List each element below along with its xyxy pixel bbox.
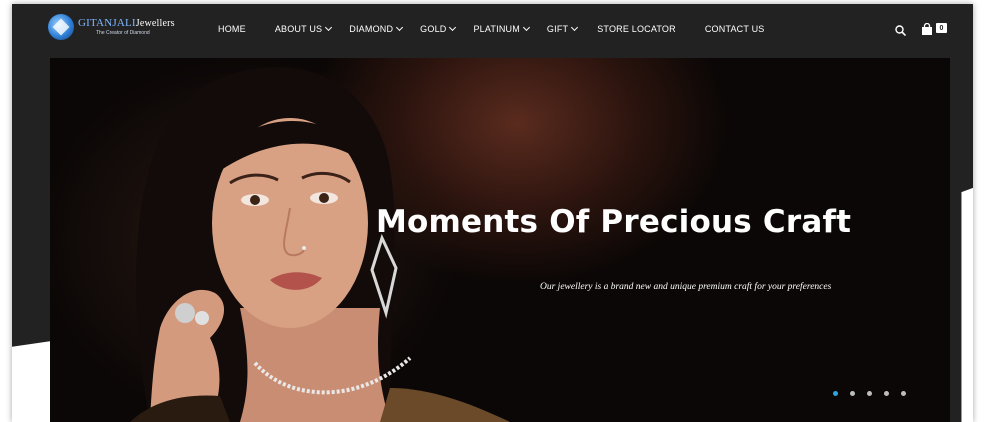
search-icon[interactable] — [895, 23, 907, 37]
nav-diamond-label: DIAMOND — [349, 24, 394, 34]
hero-model-image — [130, 67, 510, 422]
nav-store-locator-label: STORE LOCATOR — [597, 24, 676, 34]
brand-tagline: The Creator of Diamond — [96, 30, 150, 36]
brand-logo[interactable]: GITANJALIJewellers The Creator of Diamon… — [48, 14, 175, 40]
hero-banner: Moments Of Precious Craft Our jewellery … — [50, 58, 950, 422]
hero-subtitle: Our jewellery is a brand new and unique … — [540, 282, 832, 292]
chevron-down-icon — [522, 23, 530, 32]
nav-home[interactable]: HOME — [218, 24, 246, 34]
nav-gift-label: GIFT — [546, 24, 569, 34]
nav-contact-us-label: CONTACT US — [704, 24, 765, 34]
nav-platinum-label: PLATINUM — [473, 24, 520, 34]
chevron-down-icon — [396, 23, 404, 32]
brand-name-suffix: Jewellers — [135, 18, 175, 29]
shopping-bag-icon[interactable] — [921, 22, 933, 35]
cart-count-badge[interactable]: 0 — [936, 23, 947, 33]
nav-about-us-label: ABOUT US — [274, 24, 323, 34]
chevron-down-icon — [325, 23, 333, 32]
nav-store-locator[interactable]: STORE LOCATOR — [597, 24, 676, 34]
nav-home-label: HOME — [218, 24, 246, 34]
nav-platinum[interactable]: PLATINUM — [473, 23, 530, 34]
browser-frame: GITANJALIJewellers The Creator of Diamon… — [12, 4, 973, 422]
nav-gold-label: GOLD — [420, 24, 447, 34]
main-nav: HOME ABOUT US DIAMOND GOLD PLATINUM GIFT… — [218, 4, 765, 54]
brand-text: GITANJALIJewellers The Creator of Diamon… — [78, 18, 175, 36]
carousel-dot-3[interactable] — [867, 391, 872, 396]
carousel-dot-2[interactable] — [850, 391, 855, 396]
brand-name-main: GITANJALI — [78, 17, 136, 29]
chevron-down-icon — [571, 23, 579, 32]
nav-gold[interactable]: GOLD — [420, 23, 457, 34]
nav-diamond[interactable]: DIAMOND — [349, 23, 404, 34]
brand-name: GITANJALIJewellers — [78, 18, 175, 29]
carousel-dot-1[interactable] — [833, 391, 838, 396]
carousel-dots — [833, 391, 906, 396]
carousel-dot-4[interactable] — [884, 391, 889, 396]
carousel-dot-5[interactable] — [901, 391, 906, 396]
diamond-globe-icon — [48, 14, 74, 40]
hero-title: Moments Of Precious Craft — [376, 204, 852, 240]
chevron-down-icon — [449, 23, 457, 32]
nav-gift[interactable]: GIFT — [546, 23, 579, 34]
nav-about-us[interactable]: ABOUT US — [274, 23, 333, 34]
nav-contact-us[interactable]: CONTACT US — [705, 24, 765, 34]
site-header: GITANJALIJewellers The Creator of Diamon… — [12, 4, 973, 54]
